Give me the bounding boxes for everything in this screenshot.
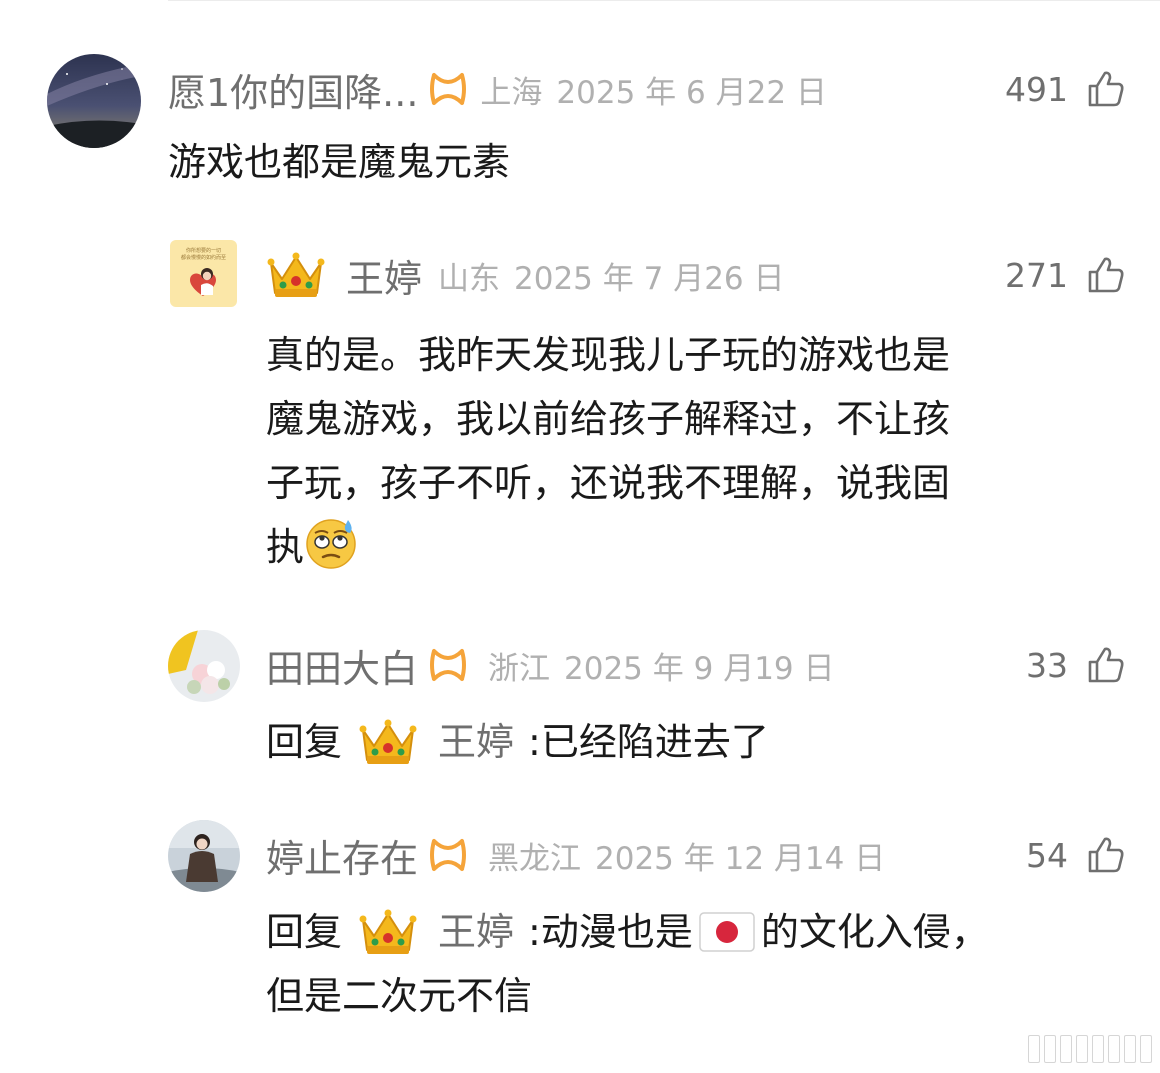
like-count: 491: [1005, 69, 1068, 109]
thumbs-up-icon: [1086, 69, 1126, 109]
reply-prefix: 回复: [266, 910, 343, 954]
mention-link[interactable]: 王婷: [438, 900, 514, 964]
avatar[interactable]: [47, 54, 141, 148]
like-count: 33: [1026, 645, 1068, 685]
text-line: 真的是。我昨天发现我儿子玩的游戏也是: [266, 333, 951, 377]
text-line: 子玩，孩子不听，还说我不理解，说我固: [266, 461, 951, 505]
timestamp: 2025 年 12 月14 日: [595, 840, 886, 877]
crown-icon: [266, 249, 326, 301]
crown-icon: [358, 716, 418, 768]
reply-meta: 田田大白 浙江 2025 年 9 月19 日: [266, 638, 835, 693]
member-badge-icon: [428, 838, 468, 872]
like-button[interactable]: 271: [1005, 252, 1126, 298]
username[interactable]: 田田大白: [266, 638, 418, 693]
crown-icon: [358, 906, 418, 958]
member-badge-icon: [428, 648, 468, 682]
reply-prefix: 回复: [266, 720, 343, 764]
avatar[interactable]: [168, 630, 240, 702]
text-line: 回复 王婷 :动漫也是 的文化入侵，: [266, 900, 989, 964]
like-count: 54: [1026, 835, 1068, 875]
thumbs-up-icon: [1086, 255, 1126, 295]
reply-meta: 王婷 山东 2025 年 7 月26 日: [266, 248, 785, 303]
location: 山东: [438, 260, 501, 297]
reply-content: :动漫也是: [528, 910, 693, 954]
like-button[interactable]: 491: [1005, 66, 1126, 112]
thumbs-up-icon: [1086, 835, 1126, 875]
text-line: 但是二次元不信: [266, 974, 533, 1018]
reply-text: 回复 王婷 :动漫也是 的文化入侵， 但是二次元不信: [266, 900, 989, 1028]
timestamp: 2025 年 9 月19 日: [564, 650, 835, 687]
text-line: 魔鬼游戏，我以前给孩子解释过，不让孩: [266, 397, 951, 441]
svg-text:你所想要的一切: 你所想要的一切: [186, 247, 221, 254]
username[interactable]: 婷止存在: [266, 828, 418, 883]
timestamp: 2025 年 7 月26 日: [514, 260, 785, 297]
svg-text:都会慢慢的如约而至: 都会慢慢的如约而至: [181, 254, 226, 261]
text-line: 执: [266, 515, 950, 579]
like-button[interactable]: 54: [1026, 832, 1126, 878]
reply-content: 的文化入侵，: [760, 910, 989, 954]
avatar[interactable]: 你所想要的一切 都会慢慢的如约而至: [170, 240, 237, 307]
mention-link[interactable]: 王婷: [438, 710, 514, 774]
reply-content: :已经陷进去了: [528, 720, 769, 764]
reply-text: 真的是。我昨天发现我儿子玩的游戏也是 魔鬼游戏，我以前给孩子解释过，不让孩 子玩…: [266, 323, 950, 579]
username[interactable]: 王婷: [346, 248, 422, 303]
reply-text: 回复 王婷 :已经陷进去了: [266, 710, 769, 774]
member-badge-icon: [428, 72, 468, 106]
japan-flag-emoji: [699, 912, 755, 952]
location: 浙江: [488, 650, 551, 687]
location: 黑龙江: [488, 840, 582, 877]
sweat-eye-roll-emoji: [304, 516, 358, 570]
location: 上海: [480, 74, 543, 111]
comment-meta: 愿1你的国降... 上海 2025 年 6 月22 日: [168, 62, 827, 117]
watermark: [1028, 1035, 1152, 1063]
like-count: 271: [1005, 255, 1068, 295]
avatar[interactable]: [168, 820, 240, 892]
thumbs-up-icon: [1086, 645, 1126, 685]
top-divider: [168, 0, 1160, 1]
like-button[interactable]: 33: [1026, 642, 1126, 688]
reply-meta: 婷止存在 黑龙江 2025 年 12 月14 日: [266, 828, 886, 883]
username[interactable]: 愿1你的国降...: [168, 62, 418, 117]
timestamp: 2025 年 6 月22 日: [556, 74, 827, 111]
comment-text: 游戏也都是魔鬼元素: [168, 140, 511, 184]
